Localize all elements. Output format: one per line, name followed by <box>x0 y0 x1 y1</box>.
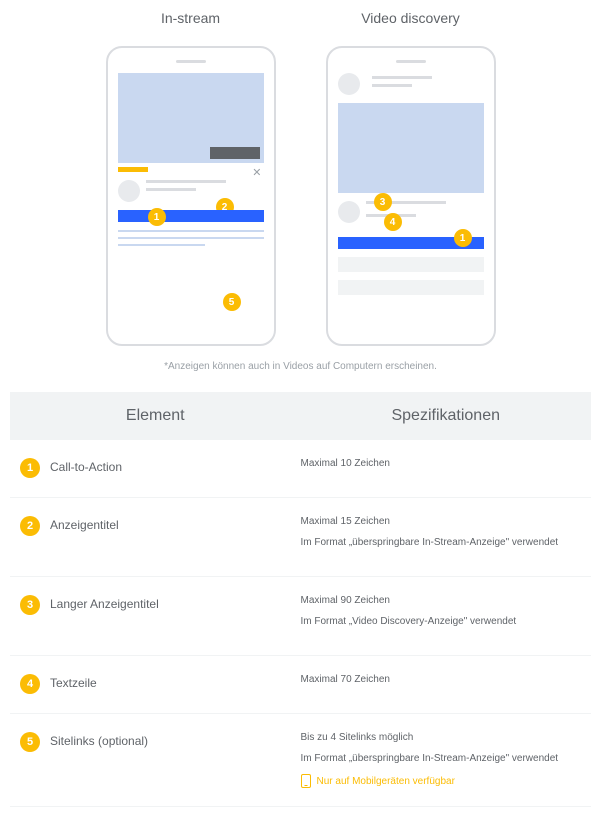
spec-text: Maximal 90 Zeichen <box>301 595 582 606</box>
element-label: Call-to-Action <box>50 458 122 474</box>
instream-phone: ✕ 2 1 5 <box>106 46 276 346</box>
number-badge: 4 <box>20 674 40 694</box>
number-badge: 5 <box>20 732 40 752</box>
marker-4: 4 <box>384 213 402 231</box>
element-label: Anzeigentitel <box>50 516 119 532</box>
th-element: Element <box>10 392 301 440</box>
spec-text: Maximal 15 Zeichen <box>301 516 582 527</box>
mobile-icon <box>301 774 311 788</box>
discovery-phone: 3 4 1 <box>326 46 496 346</box>
disclaimer-note: *Anzeigen können auch in Videos auf Comp… <box>10 361 591 372</box>
table-row: 5 Sitelinks (optional) Bis zu 4 Sitelinks … <box>10 714 591 807</box>
marker-5: 5 <box>223 293 241 311</box>
marker-1: 1 <box>454 229 472 247</box>
table-row: 3 Langer Anzeigentitel Maximal 90 Zeichen I… <box>10 577 591 656</box>
phones-comparison: In-stream ✕ 2 1 <box>10 10 591 346</box>
th-spec: Spezifikationen <box>301 392 592 440</box>
spec-text: Im Format „überspringbare In-Stream-Anze… <box>301 753 582 764</box>
marker-3: 3 <box>374 193 392 211</box>
avatar-icon <box>338 73 360 95</box>
number-badge: 2 <box>20 516 40 536</box>
element-label: Sitelinks (optional) <box>50 732 148 748</box>
table-row: 1 Call-to-Action Maximal 10 Zeichen <box>10 440 591 498</box>
spec-text: Bis zu 4 Sitelinks möglich <box>301 732 582 743</box>
element-label: Textzeile <box>50 674 97 690</box>
spec-text: Im Format „überspringbare In-Stream-Anze… <box>301 537 582 548</box>
marker-1: 1 <box>148 208 166 226</box>
avatar-icon <box>338 201 360 223</box>
table-row: 4 Textzeile Maximal 70 Zeichen <box>10 656 591 714</box>
number-badge: 1 <box>20 458 40 478</box>
number-badge: 3 <box>20 595 40 615</box>
avatar-icon <box>118 180 140 202</box>
discovery-header: Video discovery <box>361 10 460 26</box>
spec-text: Im Format „Video Discovery-Anzeige" verw… <box>301 616 582 627</box>
video-placeholder <box>338 103 484 193</box>
close-icon: ✕ <box>252 166 261 179</box>
cta-bar <box>118 210 264 222</box>
element-label: Langer Anzeigentitel <box>50 595 159 611</box>
spec-text: Maximal 70 Zeichen <box>301 674 582 685</box>
video-placeholder <box>118 73 264 163</box>
spec-table: Element Spezifikationen 1 Call-to-Action M… <box>10 392 591 807</box>
mobile-only-note: Nur auf Mobilgeräten verfügbar <box>301 774 582 788</box>
spec-text: Maximal 10 Zeichen <box>301 458 582 469</box>
table-row: 2 Anzeigentitel Maximal 15 Zeichen Im Forma… <box>10 498 591 577</box>
instream-header: In-stream <box>161 10 220 26</box>
